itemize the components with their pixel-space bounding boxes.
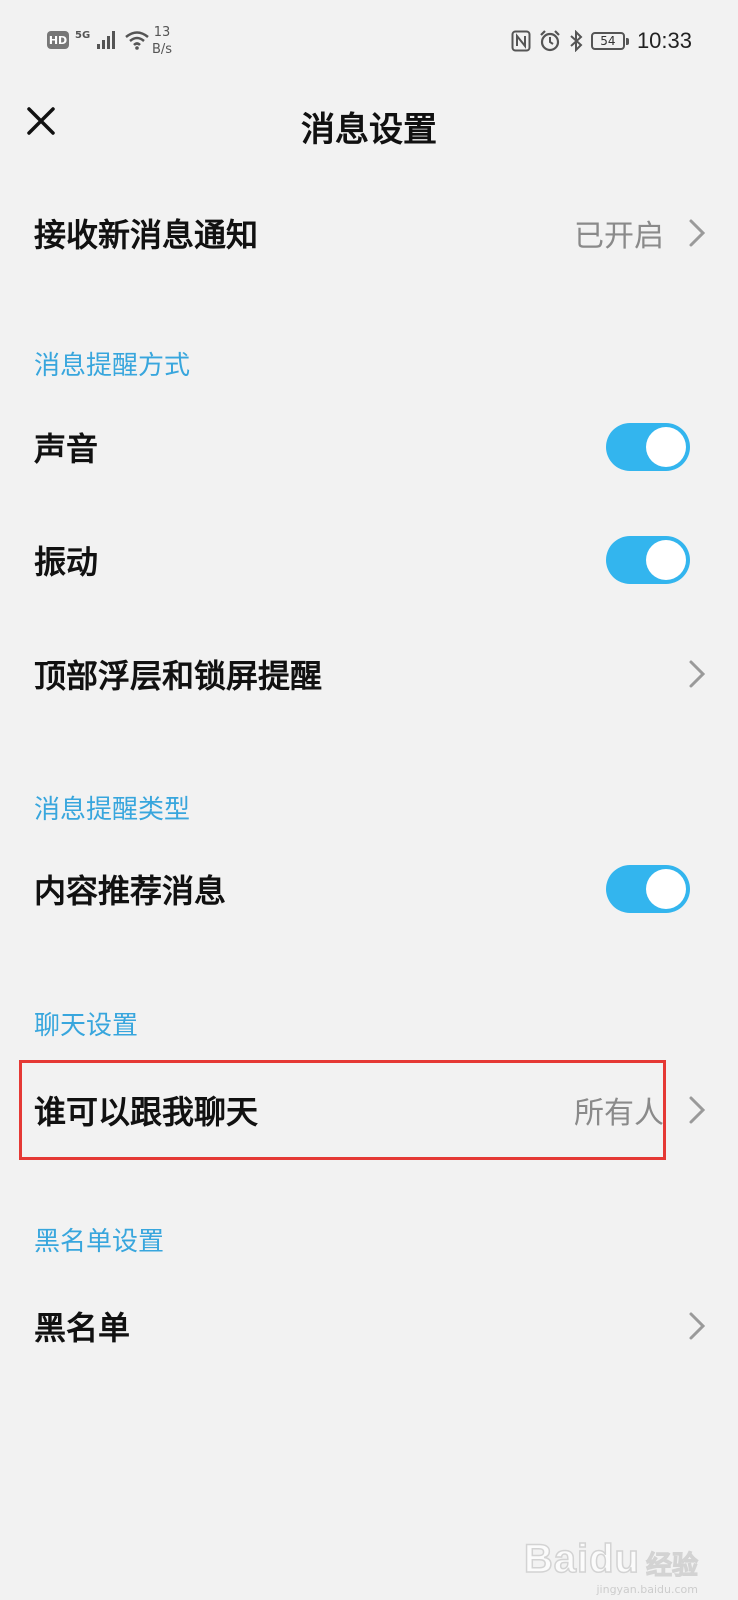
- alarm-icon: [540, 30, 560, 52]
- section-header-chat: 聊天设置: [34, 1011, 139, 1041]
- floating-lockscreen-label: 顶部浮层和锁屏提醒: [34, 657, 323, 695]
- receive-notifications-value: 已开启: [574, 219, 664, 254]
- section-header-blacklist: 黑名单设置: [34, 1227, 165, 1257]
- battery-level: 54: [600, 34, 616, 48]
- who-can-chat-value: 所有人: [574, 1096, 664, 1131]
- sound-label: 声音: [34, 430, 99, 468]
- wifi-icon: [125, 31, 149, 50]
- section-header-reminder-method: 消息提醒方式: [34, 351, 191, 381]
- baidu-watermark: Baidu 经验 jingyan.baidu.com: [523, 1536, 698, 1596]
- network-speed: 13 B/s: [152, 24, 172, 58]
- nfc-icon: [511, 30, 531, 52]
- content-recommendations-label: 内容推荐消息: [34, 872, 227, 910]
- speed-unit: B/s: [152, 42, 173, 57]
- toggle-knob: [646, 869, 686, 909]
- clock: 10:33: [636, 28, 692, 53]
- hd-icon: HD: [47, 31, 69, 49]
- chevron-right-icon: [689, 1096, 706, 1124]
- sound-toggle[interactable]: [606, 423, 690, 471]
- sound-row: 声音: [0, 397, 738, 497]
- title-bar: 消息设置: [0, 84, 738, 164]
- speed-value: 13: [153, 25, 171, 40]
- section-header-reminder-type: 消息提醒类型: [34, 795, 191, 825]
- signal-icon: [97, 31, 116, 49]
- watermark-logo: Baidu: [523, 1536, 640, 1582]
- floating-lockscreen-row[interactable]: 顶部浮层和锁屏提醒: [0, 624, 738, 724]
- network-type: 5G: [75, 29, 91, 41]
- who-can-chat-row[interactable]: 谁可以跟我聊天 所有人: [0, 1060, 738, 1160]
- blacklist-label: 黑名单: [34, 1309, 131, 1347]
- watermark-sub: jingyan.baidu.com: [596, 1583, 698, 1596]
- content-recommendations-row: 内容推荐消息: [0, 839, 738, 939]
- toggle-knob: [646, 540, 686, 580]
- chevron-right-icon: [689, 219, 706, 247]
- blacklist-row[interactable]: 黑名单: [0, 1276, 738, 1376]
- vibration-label: 振动: [34, 543, 99, 581]
- vibration-toggle[interactable]: [606, 536, 690, 584]
- receive-notifications-row[interactable]: 接收新消息通知 已开启: [0, 183, 738, 283]
- chevron-right-icon: [689, 660, 706, 688]
- status-right: 54 10:33: [511, 28, 692, 54]
- bluetooth-icon: [570, 30, 583, 52]
- receive-notifications-label: 接收新消息通知: [34, 216, 259, 254]
- vibration-row: 振动: [0, 510, 738, 610]
- status-left: HD 5G: [47, 30, 150, 50]
- battery-icon: 54: [590, 32, 629, 50]
- status-bar: HD 5G 13 B/s 54 10:33: [0, 0, 738, 84]
- chevron-right-icon: [689, 1312, 706, 1340]
- who-can-chat-label: 谁可以跟我聊天: [34, 1093, 259, 1131]
- watermark-text: 经验: [645, 1551, 698, 1582]
- toggle-knob: [646, 427, 686, 467]
- content-recommendations-toggle[interactable]: [606, 865, 690, 913]
- page-title: 消息设置: [301, 110, 437, 150]
